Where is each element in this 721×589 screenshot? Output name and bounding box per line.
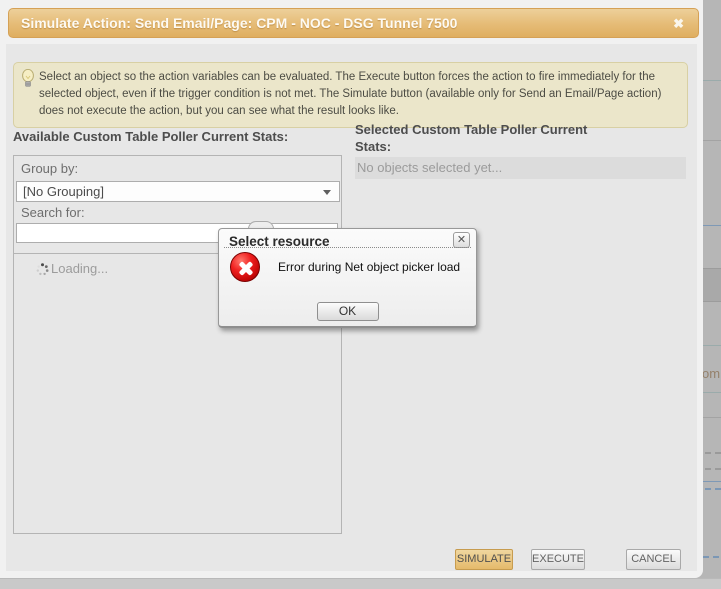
- close-icon[interactable]: ✖: [673, 9, 684, 38]
- selected-panel-header: Selected Custom Table Poller Current Sta…: [355, 122, 588, 154]
- background-row-divider: [703, 481, 721, 482]
- loading-text: Loading...: [51, 261, 109, 276]
- dialog-title-bar: Simulate Action: Send Email/Page: CPM - …: [8, 8, 699, 38]
- background-text-fragment: om: [702, 366, 721, 381]
- chevron-down-icon: [323, 190, 331, 195]
- background-dashed-line: [703, 556, 719, 558]
- cancel-button[interactable]: CANCEL: [626, 549, 681, 570]
- close-icon[interactable]: ✕: [453, 232, 470, 248]
- background-row-divider: [703, 140, 721, 141]
- background-dashed-line: [705, 452, 721, 454]
- background-row-divider: [703, 392, 721, 393]
- ok-button[interactable]: OK: [316, 302, 379, 321]
- background-bottom-strip: [0, 578, 721, 589]
- info-banner-text: Select an object so the action variables…: [39, 71, 662, 117]
- background-dashed-line: [705, 488, 721, 490]
- error-icon: [230, 252, 260, 282]
- background-dashed-line: [705, 468, 721, 470]
- title-separator: [224, 247, 471, 248]
- search-for-label: Search for:: [21, 205, 85, 220]
- background-row-divider: [703, 345, 721, 346]
- background-row-divider: [703, 80, 721, 81]
- info-banner: Select an object so the action variables…: [13, 62, 688, 128]
- lightbulb-icon: [21, 68, 35, 93]
- selected-empty-bar: No objects selected yet...: [355, 157, 686, 179]
- simulate-button[interactable]: SIMULATE: [455, 549, 513, 570]
- error-message: Error during Net object picker load: [278, 260, 461, 274]
- execute-button[interactable]: EXECUTE: [531, 549, 585, 570]
- dialog-title: Simulate Action: Send Email/Page: CPM - …: [21, 15, 458, 31]
- group-by-dropdown[interactable]: [No Grouping]: [16, 181, 340, 202]
- background-band: [703, 268, 721, 302]
- selected-empty-text: No objects selected yet...: [357, 160, 503, 175]
- background-row-divider: [703, 417, 721, 418]
- group-by-label: Group by:: [21, 161, 79, 176]
- select-resource-error-dialog: Select resource ✕ Error during Net objec…: [218, 228, 477, 328]
- screen: om Simulate Action: Send Email/Page: CPM…: [0, 0, 721, 589]
- background-row-divider: [703, 225, 721, 226]
- group-by-selected-value: [No Grouping]: [23, 184, 104, 199]
- available-panel-header: Available Custom Table Poller Current St…: [13, 129, 289, 144]
